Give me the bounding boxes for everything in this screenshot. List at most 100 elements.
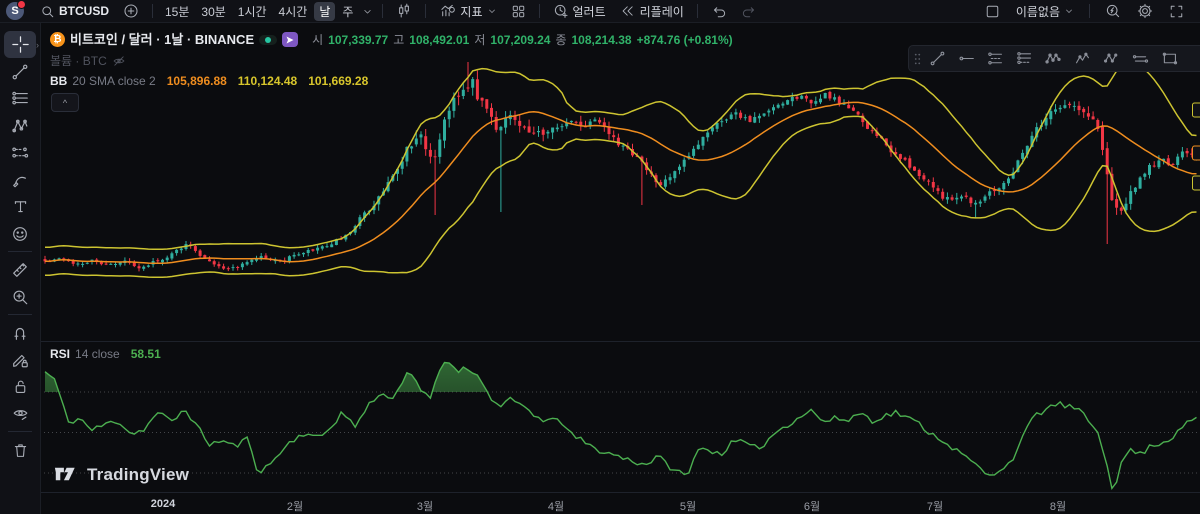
timeframe-1w[interactable]: 주 (337, 2, 358, 21)
abcd-pattern-icon (1103, 50, 1120, 67)
alert-button[interactable]: 얼러트 (547, 2, 612, 21)
divider (8, 251, 32, 252)
timeframe-4h[interactable]: 4시간 (274, 2, 313, 21)
symbol-name: BTCUSD (59, 4, 109, 18)
tradingview-logo-icon (54, 465, 80, 485)
tool-lock-all[interactable] (4, 373, 36, 400)
tool-brush[interactable] (4, 166, 36, 193)
divider (8, 431, 32, 432)
undo-button[interactable] (705, 2, 733, 21)
float-tool-elliott-wave[interactable] (1068, 48, 1096, 69)
divider (8, 314, 32, 315)
tradingview-watermark[interactable]: TradingView (54, 465, 189, 485)
zoom-in-icon (11, 288, 29, 306)
symbol-title[interactable]: 비트코인 / 달러 · 1날 · BINANCE (70, 33, 254, 46)
timeframe-15m[interactable]: 15분 (160, 2, 194, 21)
redo-icon (741, 4, 757, 19)
undo-icon (711, 4, 727, 19)
tool-zoom-in[interactable] (4, 283, 36, 310)
tool-projection[interactable] (4, 139, 36, 166)
layout-thumbnail-button[interactable] (979, 2, 1006, 21)
divider (697, 4, 698, 18)
tool-crosshair[interactable] (4, 31, 36, 58)
crosshair-icon (11, 35, 30, 54)
time-axis-label: 6월 (782, 498, 842, 514)
fullscreen-icon (1169, 4, 1184, 19)
bb-basis-value: 105,896.88 (167, 75, 227, 87)
fullscreen-button[interactable] (1163, 2, 1190, 21)
layout-name-button[interactable]: 이름없음 (1010, 2, 1080, 21)
redo-button[interactable] (735, 2, 763, 21)
change-value: +874.76 (+0.81%) (637, 34, 733, 46)
bb-legend-row[interactable]: BB 20 SMA close 2 105,896.88 110,124.48 … (50, 75, 733, 87)
chevron-down-icon (487, 6, 497, 16)
float-tool-fib-retracement[interactable] (981, 48, 1009, 69)
timeframe-1d-selected[interactable]: 날 (314, 2, 335, 21)
symbol-legend-row: ₿ 비트코인 / 달러 · 1날 · BINANCE 시107,339.77 고… (50, 32, 733, 47)
drag-handle[interactable] (913, 48, 922, 69)
chart-style-button[interactable] (390, 2, 418, 21)
fib-channel-icon (1016, 50, 1033, 67)
pane-collapse-button[interactable]: ^ (51, 93, 79, 112)
market-open-dot (265, 37, 271, 43)
trend-line-icon (11, 63, 29, 81)
rsi-legend-row[interactable]: RSI 14 close 58.51 (50, 347, 161, 361)
price-chart-canvas[interactable] (40, 22, 1200, 514)
tool-horizontal-lines[interactable] (4, 85, 36, 112)
compare-add-button[interactable] (117, 2, 145, 21)
quick-search-button[interactable] (1099, 2, 1127, 21)
projection-icon (11, 144, 29, 162)
timeframe-menu-button[interactable] (360, 2, 375, 21)
timeframe-30m[interactable]: 30분 (196, 2, 230, 21)
float-tool-trend-line[interactable] (923, 48, 951, 69)
grid-layout-button[interactable] (505, 2, 532, 21)
replay-label: 리플레이 (640, 3, 684, 20)
time-axis-label: 5월 (658, 498, 718, 514)
divider (425, 4, 426, 18)
float-tool-fib-channel[interactable] (1010, 48, 1038, 69)
eye-hidden-icon[interactable] (112, 54, 126, 68)
symbol-search-button[interactable]: BTCUSD (34, 2, 115, 21)
settings-button[interactable] (1131, 2, 1159, 21)
alert-label: 얼러트 (573, 3, 606, 20)
tool-measure[interactable] (4, 256, 36, 283)
indicators-button[interactable]: 지표 (433, 2, 502, 21)
float-tool-horizontal-ray[interactable] (952, 48, 980, 69)
float-tool-rectangle[interactable] (1155, 48, 1183, 69)
share-icon (285, 35, 295, 45)
tool-remove-objects[interactable] (4, 436, 36, 463)
share-minds-button[interactable] (282, 32, 298, 47)
tool-xabcd-pattern[interactable] (4, 112, 36, 139)
tool-trend-line[interactable] (4, 58, 36, 85)
low-label: 저 (474, 34, 485, 46)
trash-icon (12, 441, 29, 459)
drawing-toolbar (0, 23, 41, 514)
tool-text[interactable] (4, 193, 36, 220)
indicators-label: 지표 (460, 3, 482, 20)
tool-hide-drawings[interactable] (4, 400, 36, 427)
float-tool-parallel-channel[interactable] (1126, 48, 1154, 69)
plus-circle-icon (123, 3, 139, 19)
tool-draw-lock[interactable] (4, 346, 36, 373)
quick-search-icon (1105, 3, 1121, 19)
market-status-pill[interactable] (259, 35, 277, 45)
time-axis-label: 2월 (265, 498, 325, 514)
replay-button[interactable]: 리플레이 (614, 2, 690, 21)
account-avatar[interactable]: S (6, 2, 24, 20)
tradingview-app: S BTCUSD 15분 30분 1시간 4시간 날 주 (0, 0, 1200, 514)
eye-pencil-icon (11, 405, 30, 423)
tool-magnet[interactable] (4, 319, 36, 346)
timeframe-1h[interactable]: 1시간 (233, 2, 272, 21)
chart-area: ₿ 비트코인 / 달러 · 1날 · BINANCE 시107,339.77 고… (40, 22, 1200, 514)
lock-icon (12, 378, 29, 395)
volume-title: 볼륨 · BTC (50, 55, 107, 67)
toolbar-expand-chevron[interactable]: › (36, 40, 39, 50)
float-tool-xabcd[interactable] (1039, 48, 1067, 69)
volume-legend-row[interactable]: 볼륨 · BTC (50, 54, 733, 68)
divider (382, 4, 383, 18)
open-value: 107,339.77 (328, 34, 388, 46)
float-tool-abcd[interactable] (1097, 48, 1125, 69)
fib-lines-icon (11, 90, 29, 108)
tool-emoji[interactable] (4, 220, 36, 247)
time-axis[interactable]: 20242월3월4월5월6월7월8월 (40, 492, 1200, 514)
